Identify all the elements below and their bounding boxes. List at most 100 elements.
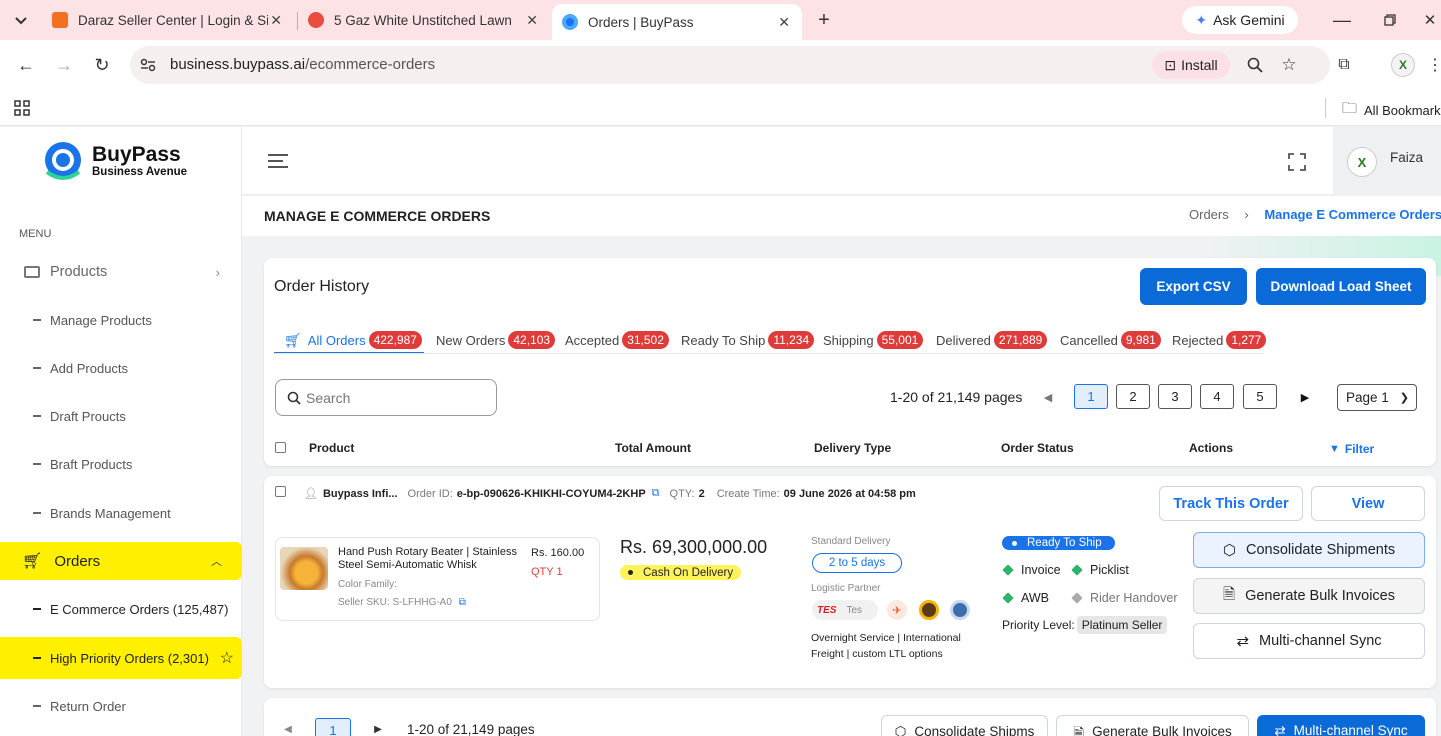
browser-tab-buypass[interactable]: Orders | BuyPass ✕ — [552, 4, 802, 40]
hamburger-menu-icon[interactable] — [266, 151, 290, 171]
bullet-dash — [33, 319, 41, 321]
search-input[interactable] — [306, 388, 486, 408]
bookmarks-bar: 🗀 All Bookmark — [0, 90, 1441, 126]
multichannel-sync-button[interactable]: ⇄ Multi-channel Sync — [1193, 623, 1425, 659]
check-diamond-icon — [1002, 564, 1014, 576]
brand-name: BuyPass — [92, 143, 181, 166]
reload-icon[interactable]: ↻ — [90, 53, 114, 77]
bullet-dot — [1012, 540, 1017, 546]
close-tab-icon[interactable]: ✕ — [778, 14, 790, 31]
close-tab-icon[interactable]: ✕ — [270, 12, 282, 29]
close-tab-icon[interactable]: ✕ — [526, 12, 538, 29]
sync-arrows-icon: ⇄ — [1274, 723, 1286, 736]
generate-bulk-invoices-button[interactable]: 🗎 Generate Bulk Invoices — [1193, 578, 1425, 614]
tab-ready-to-ship[interactable]: Ready To Ship 11,234 — [681, 327, 815, 353]
bottom-multichannel-button[interactable]: ⇄ Multi-channel Sync — [1257, 715, 1425, 736]
prev-page-icon[interactable]: ◀ — [1040, 389, 1056, 405]
bottom-page-1-button[interactable]: 1 — [315, 718, 351, 736]
prev-page-icon[interactable]: ◀ — [281, 722, 295, 736]
bottom-generate-invoices-button[interactable]: 🗎 Generate Bulk Invoices — [1056, 715, 1249, 736]
bookmark-star-icon[interactable]: ☆ — [1278, 54, 1300, 76]
back-icon[interactable]: ← — [14, 53, 38, 77]
browser-tab-daraz[interactable]: Daraz Seller Center | Login & Si ✕ — [42, 4, 294, 36]
user-name: Faiza — [1390, 150, 1424, 165]
site-settings-icon[interactable] — [138, 55, 158, 75]
folder-icon: 🗀 — [1342, 100, 1358, 117]
sidebar-item-braft-products[interactable]: Braft Products — [0, 445, 242, 483]
filter-icon: ▼ — [1329, 443, 1340, 455]
daraz-favicon-icon — [52, 12, 68, 28]
partner-tes-chip[interactable]: TES Tes — [812, 600, 878, 620]
partner-logo-globe-icon[interactable] — [950, 600, 970, 620]
order-checkbox[interactable] — [275, 486, 286, 497]
page-4-button[interactable]: 4 — [1200, 384, 1234, 409]
bottom-consolidate-button[interactable]: ⬡ Consolidate Shipms — [881, 715, 1048, 736]
tab-search-icon[interactable] — [10, 9, 32, 31]
tes-logo-icon: TES — [817, 604, 837, 616]
tab-all-orders[interactable]: 🛒︎ All Orders 422,987 — [284, 327, 422, 353]
filter-button[interactable]: ▼ Filter — [1329, 442, 1374, 456]
sidebar-item-add-products[interactable]: Add Products — [0, 349, 242, 387]
copy-icon[interactable]: ⧉ — [652, 487, 660, 500]
partner-logo-bird-icon[interactable]: ✈ — [887, 600, 907, 620]
brand-logo[interactable]: BuyPass Business Avenue — [43, 140, 187, 182]
next-page-icon[interactable]: ▶ — [1297, 389, 1313, 405]
export-csv-button[interactable]: Export CSV — [1140, 268, 1247, 305]
bottom-pagination-summary: 1-20 of 21,149 pages — [407, 722, 535, 736]
logistic-partner-label: Logistic Partner — [811, 583, 881, 594]
apps-grid-icon[interactable] — [12, 98, 32, 118]
tab-cancelled[interactable]: Cancelled 9,981 — [1060, 327, 1161, 353]
select-all-checkbox[interactable] — [275, 442, 286, 453]
bullet-dash — [33, 657, 41, 659]
product-thumbnail[interactable] — [280, 547, 328, 590]
all-bookmarks-button[interactable]: 🗀 All Bookmark — [1342, 98, 1441, 123]
tab-rejected[interactable]: Rejected 1,277 — [1172, 327, 1267, 353]
copy-icon[interactable]: ⧉ — [459, 597, 466, 608]
star-icon[interactable]: ☆ — [220, 648, 234, 668]
restore-icon[interactable] — [1378, 8, 1402, 32]
doc-invoice: Invoice — [1002, 563, 1061, 577]
sidebar-item-return-order[interactable]: Return Order — [0, 687, 242, 725]
tab-new-orders[interactable]: New Orders 42,103 — [436, 327, 556, 353]
download-load-sheet-button[interactable]: Download Load Sheet — [1256, 268, 1426, 305]
tab-shipping[interactable]: Shipping 55,001 — [823, 327, 924, 353]
sidebar-item-brands-management[interactable]: Brands Management — [0, 494, 242, 532]
tab-delivered[interactable]: Delivered 271,889 — [936, 327, 1048, 353]
track-order-button[interactable]: Track This Order — [1159, 486, 1303, 521]
extensions-icon[interactable]: ⧉ — [1332, 53, 1356, 77]
view-order-button[interactable]: View — [1311, 486, 1425, 521]
address-bar[interactable]: business.buypass.ai/ecommerce-orders ⊡ I… — [130, 46, 1330, 84]
sidebar-item-products[interactable]: Products › — [0, 253, 242, 291]
page-select[interactable]: Page 1 ❯ — [1337, 384, 1417, 411]
product-name[interactable]: Hand Push Rotary Beater | Stainless Stee… — [338, 546, 524, 572]
tab-accepted[interactable]: Accepted 31,502 — [565, 327, 669, 353]
sidebar-item-draft-products[interactable]: Draft Proucts — [0, 397, 242, 435]
fullscreen-icon[interactable] — [1286, 151, 1308, 173]
search-box[interactable] — [275, 379, 497, 416]
count-badge: 11,234 — [768, 331, 815, 349]
consolidate-shipments-button[interactable]: ⬡ Consolidate Shipments — [1193, 532, 1425, 568]
ask-gemini-button[interactable]: ✦ Ask Gemini — [1182, 6, 1298, 34]
profile-avatar[interactable]: X — [1391, 53, 1415, 77]
page-2-button[interactable]: 2 — [1116, 384, 1150, 409]
user-menu[interactable]: X Faiza — [1333, 127, 1441, 195]
sidebar-item-manage-products[interactable]: Manage Products — [0, 301, 242, 339]
partner-logo-ups-icon[interactable] — [919, 600, 939, 620]
page-3-button[interactable]: 3 — [1158, 384, 1192, 409]
close-window-icon[interactable]: ✕ — [1420, 8, 1440, 32]
browser-menu-icon[interactable]: ⋮ — [1427, 53, 1441, 77]
page-1-button[interactable]: 1 — [1074, 384, 1108, 409]
zoom-icon[interactable] — [1244, 54, 1266, 76]
sidebar-item-high-priority-orders[interactable]: High Priority Orders (2,301) ☆ — [0, 637, 242, 679]
breadcrumb-orders[interactable]: Orders — [1189, 207, 1229, 222]
url-text[interactable]: business.buypass.ai/ecommerce-orders — [170, 56, 435, 73]
browser-tab-lawn[interactable]: 5 Gaz White Unstitched Lawn C ✕ — [298, 4, 550, 36]
forward-icon[interactable]: → — [52, 53, 76, 77]
next-page-icon[interactable]: ▶ — [371, 722, 385, 736]
install-button[interactable]: ⊡ Install — [1152, 51, 1230, 79]
minimize-icon[interactable]: — — [1330, 8, 1354, 32]
page-5-button[interactable]: 5 — [1243, 384, 1277, 409]
sidebar-item-orders[interactable]: 🛒︎ Orders ︿ — [0, 542, 242, 580]
sidebar-item-ecommerce-orders[interactable]: E Commerce Orders (125,487) — [0, 590, 242, 628]
new-tab-icon[interactable]: + — [812, 8, 836, 32]
